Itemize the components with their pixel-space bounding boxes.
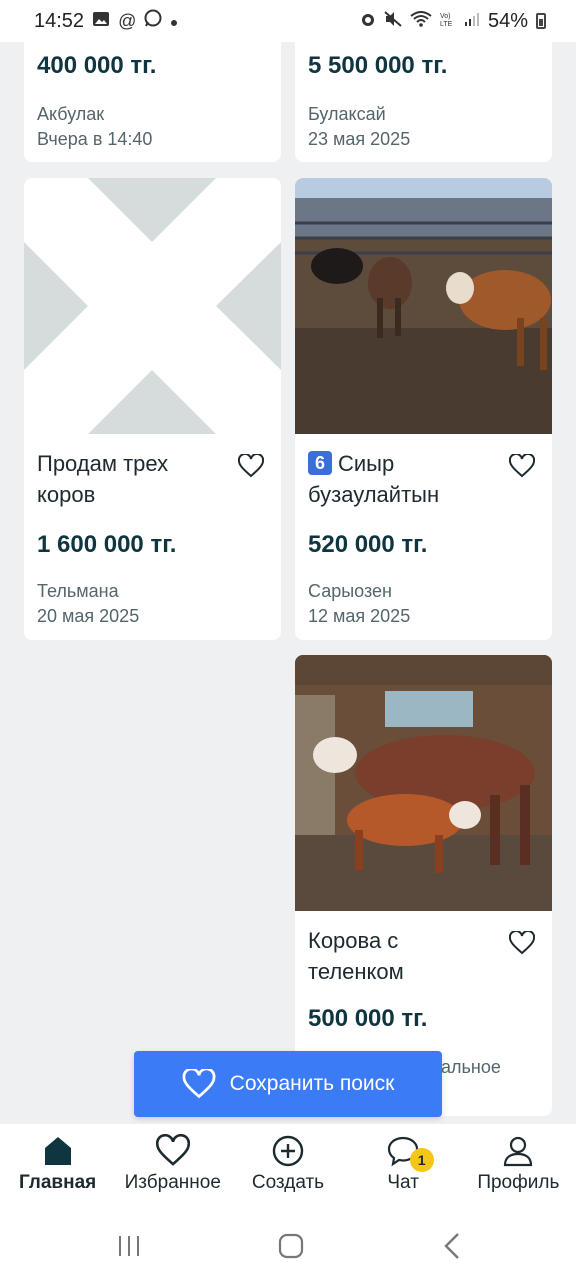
mute-icon bbox=[384, 10, 402, 33]
listing-date: 20 мая 2025 bbox=[37, 606, 140, 626]
profile-icon bbox=[504, 1136, 533, 1167]
whatsapp-icon bbox=[144, 9, 162, 33]
keycap-six-icon: 6 bbox=[308, 451, 332, 475]
nav-chat[interactable]: 1 Чат bbox=[346, 1124, 461, 1194]
recent-apps-icon[interactable] bbox=[116, 1234, 142, 1258]
bottom-navigation: Главная Избранное Создать 1 Чат Профиль bbox=[0, 1124, 576, 1210]
status-bar-foreground: 14:52 @ Vo) LTE 54% bbox=[0, 0, 576, 42]
listing-card[interactable]: 6 Сиыр бузаулайтын 520 000 тг. Сарыозен 1… bbox=[295, 178, 552, 640]
nav-profile-label: Профиль bbox=[477, 1172, 560, 1193]
nav-favorites-label: Избранное bbox=[124, 1172, 221, 1193]
listing-price: 400 000 тг. bbox=[37, 52, 157, 79]
listing-title: Корова с теленком bbox=[308, 928, 404, 984]
listing-price: 5 500 000 тг. bbox=[308, 52, 448, 79]
favorite-heart-icon[interactable] bbox=[509, 931, 535, 955]
listing-card[interactable]: Корова с теленком 500 000 тг. альное bbox=[295, 655, 552, 1116]
listing-price: 520 000 тг. bbox=[308, 531, 428, 558]
heart-icon bbox=[182, 1069, 216, 1099]
listing-date: 12 мая 2025 bbox=[308, 606, 411, 626]
svg-text:LTE: LTE bbox=[440, 21, 453, 27]
listing-image bbox=[295, 655, 552, 911]
nav-create[interactable]: Создать bbox=[230, 1124, 345, 1194]
listing-date: 23 мая 2025 bbox=[308, 129, 411, 149]
system-navigation-bar bbox=[0, 1210, 576, 1280]
nav-create-label: Создать bbox=[251, 1172, 325, 1193]
listing-title: Продам трех коров bbox=[37, 451, 169, 507]
battery-icon bbox=[536, 13, 546, 29]
listing-location: Сарыозен bbox=[308, 581, 392, 601]
listing-price: 500 000 тг. bbox=[308, 1005, 428, 1032]
listing-date: Вчера в 14:40 bbox=[37, 129, 153, 149]
signal-icon bbox=[464, 10, 480, 33]
save-search-label: Сохранить поиск bbox=[229, 1072, 395, 1095]
wifi-icon bbox=[410, 10, 432, 33]
home-button-icon[interactable] bbox=[278, 1233, 304, 1259]
chat-unread-badge: 1 bbox=[409, 1148, 434, 1172]
nav-profile[interactable]: Профиль bbox=[461, 1124, 576, 1194]
listing-title: 6 Сиыр бузаулайтын bbox=[308, 448, 498, 510]
save-search-button[interactable]: Сохранить поиск bbox=[134, 1051, 442, 1117]
listing-image bbox=[295, 178, 552, 434]
nav-favorites[interactable]: Избранное bbox=[115, 1124, 230, 1194]
listing-location: Булаксай bbox=[308, 104, 386, 124]
listing-price: 1 600 000 тг. bbox=[37, 531, 177, 558]
dot-icon bbox=[170, 10, 178, 33]
plus-circle-icon bbox=[272, 1135, 304, 1167]
nav-chat-label: Чат bbox=[387, 1172, 419, 1193]
listing-location: альное bbox=[441, 1057, 501, 1077]
status-time: 14:52 bbox=[34, 9, 85, 32]
alarm-icon bbox=[360, 10, 376, 33]
listing-card[interactable]: Продам трех коров 1 600 000 тг. Тельмана… bbox=[24, 178, 281, 640]
volte-icon: Vo)LTE bbox=[440, 10, 456, 33]
listing-location: Тельмана bbox=[37, 581, 119, 601]
home-icon bbox=[44, 1137, 71, 1165]
at-icon: @ bbox=[118, 10, 137, 31]
listing-image-placeholder bbox=[24, 178, 281, 434]
back-icon[interactable] bbox=[442, 1232, 462, 1260]
battery-percent: 54% bbox=[487, 9, 528, 32]
favorite-heart-icon[interactable] bbox=[238, 454, 264, 478]
svg-text:Vo): Vo) bbox=[440, 13, 451, 20]
image-icon bbox=[92, 10, 110, 33]
favorite-heart-icon[interactable] bbox=[509, 454, 535, 478]
heart-icon bbox=[155, 1134, 190, 1166]
nav-home-label: Главная bbox=[18, 1172, 97, 1193]
listing-location: Акбулак bbox=[37, 104, 105, 124]
nav-home[interactable]: Главная bbox=[0, 1124, 115, 1194]
